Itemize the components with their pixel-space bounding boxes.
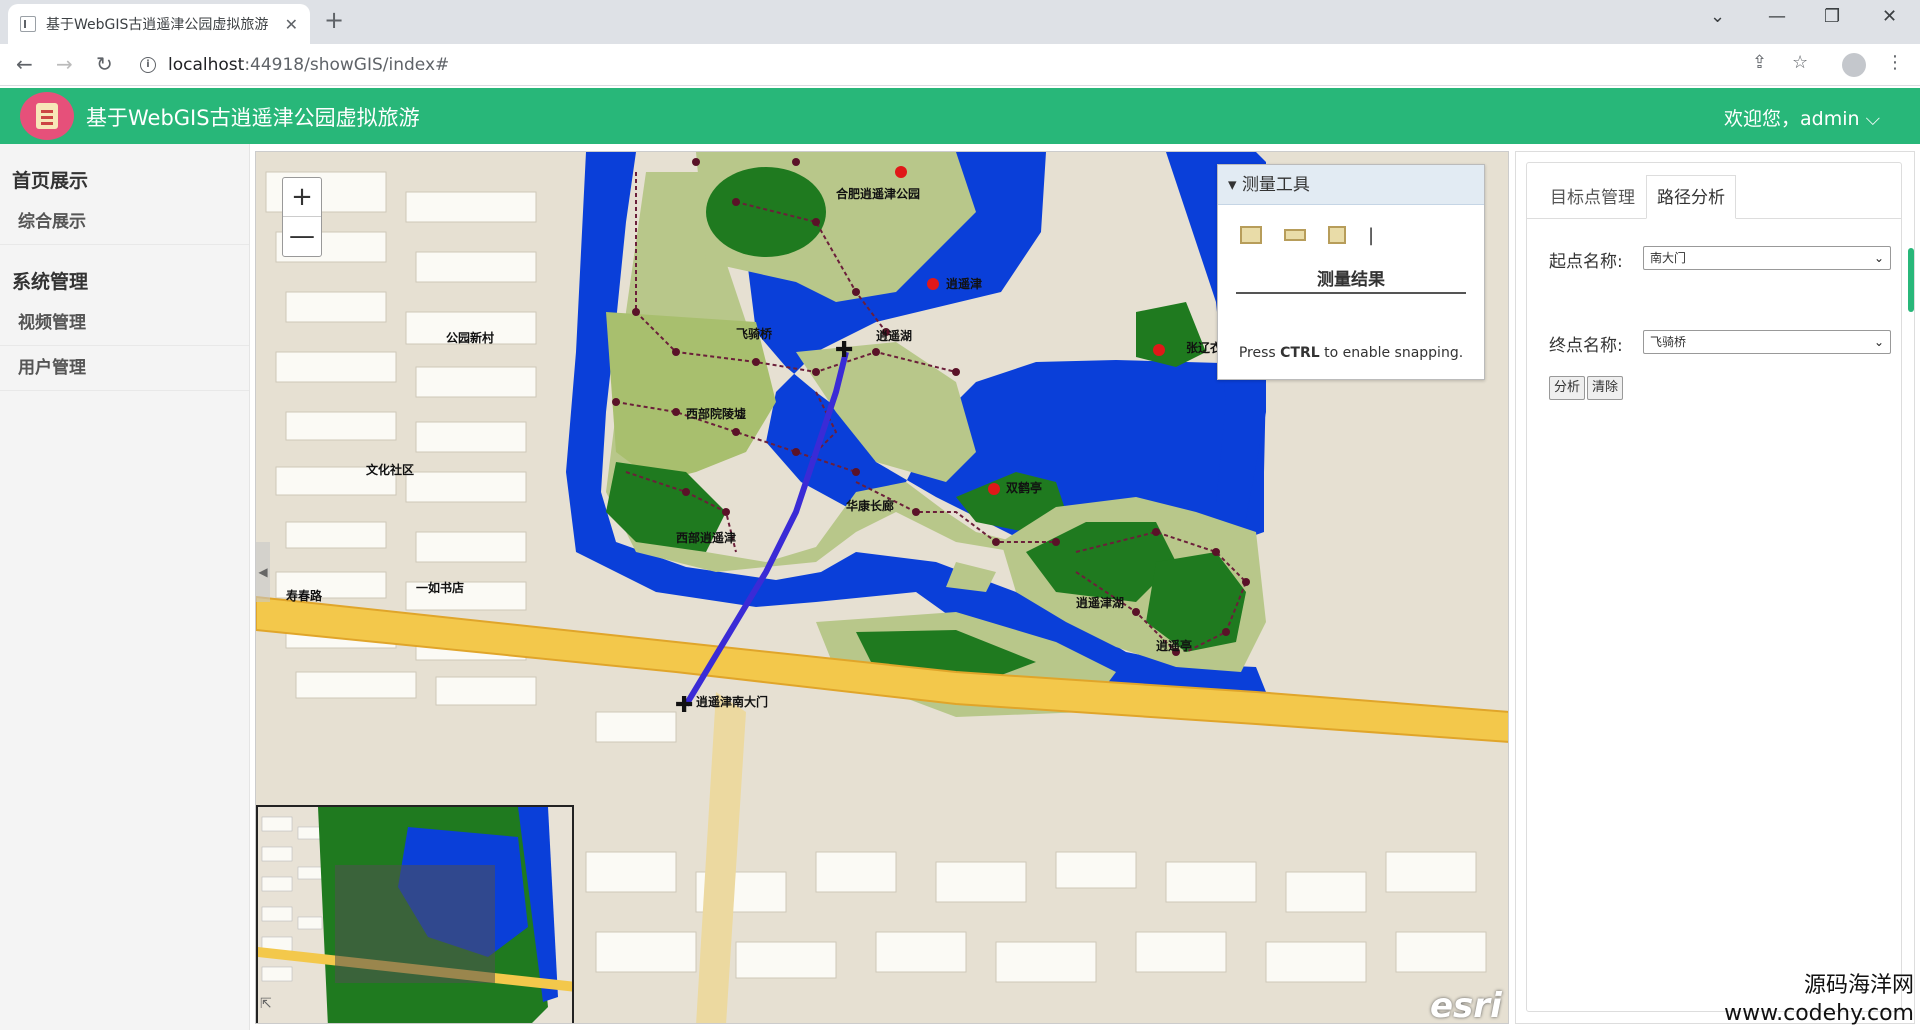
route-start-marker: ✚ — [675, 693, 693, 718]
map-label: 逍遥亭 — [1156, 638, 1192, 653]
browser-menu-icon[interactable]: ⋮ — [1886, 52, 1904, 73]
browser-tab-title: 基于WebGIS古逍遥津公园虚拟旅游 — [46, 17, 269, 33]
close-window-icon[interactable]: ✕ — [1882, 6, 1897, 27]
profile-avatar[interactable] — [1842, 53, 1866, 77]
watermark: 源码海洋网 www.codehy.com — [1724, 972, 1914, 1028]
map-label: 寿春路 — [286, 588, 323, 603]
watermark-url: www.codehy.com — [1724, 1001, 1914, 1026]
url-text: localhost:44918/showGIS/index# — [168, 55, 449, 75]
zoom-out-button[interactable]: — — [283, 217, 321, 256]
snapping-tip-text: to enable snapping. — [1319, 345, 1464, 361]
url-path: :44918/showGIS/index# — [244, 55, 450, 75]
site-info-icon[interactable]: i — [140, 57, 156, 73]
analyze-button[interactable]: 分析 — [1549, 376, 1586, 400]
restore-icon[interactable]: ❐ — [1824, 6, 1840, 27]
map-label: 公园新村 — [446, 330, 494, 345]
map-label: 逍遥津 — [946, 276, 982, 291]
measure-toolbar: | — [1218, 205, 1484, 265]
page-favicon-icon — [20, 16, 36, 32]
toolbar-separator: | — [1368, 224, 1375, 246]
location-measure-icon[interactable] — [1328, 226, 1346, 244]
sidebar-item-users[interactable]: 用户管理 — [0, 346, 249, 391]
back-icon[interactable]: ← — [16, 52, 33, 76]
tab-target-points[interactable]: 目标点管理 — [1539, 175, 1646, 219]
snapping-tip: Press CTRL to enable snapping. — [1218, 345, 1484, 361]
measure-result-label: 测量结果 — [1236, 265, 1466, 294]
map-label: 双鹤亭 — [1006, 480, 1042, 495]
forward-icon[interactable]: → — [56, 52, 73, 76]
map-label: 华康长廊 — [846, 498, 894, 513]
app-logo — [20, 92, 74, 140]
browser-tab[interactable]: 基于WebGIS古逍遥津公园虚拟旅游 ✕ — [8, 4, 310, 44]
watermark-title: 源码海洋网 — [1803, 973, 1914, 998]
start-select[interactable]: 南大门 ⌄ — [1643, 246, 1891, 270]
overview-map[interactable] — [256, 805, 574, 1023]
sidebar-group-home[interactable]: 首页展示 — [0, 144, 249, 200]
sidebar-item-video[interactable]: 视频管理 — [0, 301, 249, 346]
clear-button[interactable]: 清除 — [1587, 376, 1624, 400]
reload-icon[interactable]: ↻ — [96, 52, 113, 76]
close-tab-icon[interactable]: ✕ — [285, 15, 298, 34]
start-label: 起点名称: — [1549, 252, 1623, 272]
distance-measure-icon[interactable] — [1284, 229, 1306, 241]
caret-down-icon: ▾ — [1228, 175, 1242, 195]
map-label: 西部院陵墟 — [686, 406, 746, 421]
browser-toolbar: ← → ↻ i localhost:44918/showGIS/index# ⇪… — [0, 44, 1920, 86]
overview-map-image — [258, 807, 572, 1023]
measure-tool-title: 测量工具 — [1241, 175, 1310, 195]
tab-search-icon[interactable]: ⌄ — [1710, 6, 1725, 27]
minimize-icon[interactable]: — — [1768, 6, 1786, 27]
north-park-forest — [706, 167, 826, 257]
chevron-down-icon: ⌄ — [1873, 335, 1884, 349]
area-measure-icon[interactable] — [1240, 226, 1262, 244]
route-end-marker: ✚ — [835, 338, 853, 363]
esri-attribution-logo: esri — [1430, 986, 1502, 1024]
panel-scrollbar[interactable] — [1908, 248, 1914, 312]
url-host: localhost — [168, 55, 245, 75]
user-menu[interactable]: 欢迎您，admin ⌵ — [1724, 104, 1880, 131]
chevron-down-icon: ⌵ — [1859, 108, 1880, 130]
measure-tool-header[interactable]: ▾ 测量工具 — [1218, 165, 1484, 205]
chevron-down-icon: ⌄ — [1873, 251, 1884, 265]
user-menu-label: 欢迎您，admin — [1724, 108, 1860, 130]
end-select[interactable]: 飞骑桥 ⌄ — [1643, 330, 1891, 354]
sidebar: 首页展示 综合展示 系统管理 视频管理 用户管理 — [0, 144, 250, 1030]
browser-tabstrip: 基于WebGIS古逍遥津公园虚拟旅游 ✕ + ⌄ — ❐ ✕ — [0, 0, 1920, 44]
collapse-sidebar-icon[interactable]: ◀ — [256, 542, 270, 602]
new-tab-icon[interactable]: + — [324, 6, 344, 34]
map-view[interactable]: ✚ ✚ 合肥逍遥津公园 逍遥津 逍遥湖 飞骑桥 西部院陵墟 张辽衣冠冢 双鹤亭 … — [255, 151, 1509, 1024]
sidebar-item-overview[interactable]: 综合展示 — [0, 200, 249, 245]
end-select-value: 飞骑桥 — [1650, 335, 1687, 349]
zoom-control: + — — [282, 177, 322, 257]
start-select-value: 南大门 — [1650, 251, 1687, 265]
panel-tabs: 目标点管理 路径分析 — [1539, 175, 1736, 219]
overview-extent[interactable] — [335, 865, 495, 983]
map-label: 逍遥津湖 — [1076, 595, 1124, 610]
measure-tool-panel: ▾ 测量工具 | 测量结果 Press CTRL to enable snapp… — [1217, 164, 1485, 380]
map-label: 逍遥津南大门 — [696, 694, 768, 709]
sidebar-group-system[interactable]: 系统管理 — [0, 245, 249, 301]
map-label: 一如书店 — [416, 580, 464, 595]
map-label: 合肥逍遥津公园 — [836, 186, 920, 201]
snapping-tip-key: CTRL — [1280, 345, 1320, 361]
route-analysis-panel: 目标点管理 路径分析 起点名称: 南大门 ⌄ 终点名称: 飞骑桥 ⌄ 分析 清除 — [1515, 151, 1915, 1024]
app-title: 基于WebGIS古逍遥津公园虚拟旅游 — [86, 106, 420, 130]
map-label: 飞骑桥 — [736, 326, 773, 341]
app-header: 基于WebGIS古逍遥津公园虚拟旅游 欢迎您，admin ⌵ — [0, 88, 1920, 144]
end-label: 终点名称: — [1549, 336, 1623, 356]
map-label: 文化社区 — [366, 462, 414, 477]
zoom-in-button[interactable]: + — [283, 178, 321, 217]
address-bar[interactable]: i localhost:44918/showGIS/index# — [140, 49, 1760, 81]
tab-route-analysis[interactable]: 路径分析 — [1646, 175, 1736, 219]
snapping-tip-text: Press — [1238, 345, 1281, 361]
share-icon[interactable]: ⇪ — [1752, 52, 1767, 73]
bookmark-star-icon[interactable]: ☆ — [1792, 52, 1808, 73]
map-label: 逍遥湖 — [876, 328, 912, 343]
panel-inner: 目标点管理 路径分析 起点名称: 南大门 ⌄ 终点名称: 飞骑桥 ⌄ 分析 清除 — [1526, 162, 1902, 1012]
map-label: 西部逍遥津 — [676, 530, 736, 545]
expand-overview-icon[interactable]: ⇱ — [260, 996, 272, 1012]
